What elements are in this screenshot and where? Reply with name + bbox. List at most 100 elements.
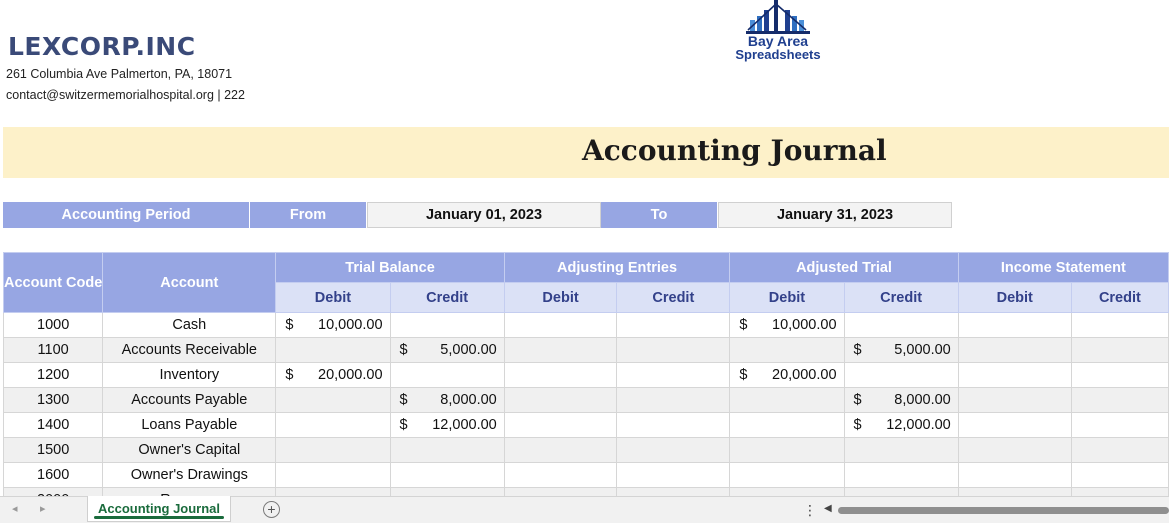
credit-cell[interactable]	[616, 337, 731, 363]
credit-cell[interactable]	[1070, 437, 1169, 463]
account-code-header[interactable]: Account Code	[2, 252, 104, 313]
credit-cell[interactable]	[1070, 312, 1169, 338]
credit-cell[interactable]: $8,000.00	[843, 387, 959, 413]
credit-cell[interactable]	[1070, 337, 1169, 363]
scroll-left-icon[interactable]: ◀	[824, 503, 832, 514]
credit-cell[interactable]	[843, 462, 959, 488]
debit-header[interactable]: Debit	[503, 282, 618, 313]
credit-cell[interactable]	[616, 412, 731, 438]
debit-cell[interactable]	[957, 437, 1072, 463]
debit-header[interactable]: Debit	[957, 282, 1072, 313]
debit-cell[interactable]: $10,000.00	[275, 312, 391, 338]
credit-cell[interactable]	[843, 312, 959, 338]
scroll-tabs-left-icon[interactable]: ◂	[12, 502, 18, 515]
account-name-cell[interactable]: Inventory	[102, 362, 277, 388]
debit-cell[interactable]	[729, 437, 845, 463]
debit-cell[interactable]	[503, 437, 618, 463]
debit-cell[interactable]	[275, 462, 391, 488]
account-name-cell[interactable]: Accounts Payable	[102, 387, 277, 413]
account-name-cell[interactable]: Owner's Capital	[102, 437, 277, 463]
debit-cell[interactable]	[503, 337, 618, 363]
account-code-cell[interactable]: 1100	[2, 337, 104, 363]
account-code-cell[interactable]: 1200	[2, 362, 104, 388]
debit-cell[interactable]	[957, 412, 1072, 438]
account-name-cell[interactable]: Owner's Drawings	[102, 462, 277, 488]
credit-cell[interactable]	[389, 462, 505, 488]
account-code-cell[interactable]: 1400	[2, 412, 104, 438]
credit-cell[interactable]	[1070, 462, 1169, 488]
bridge-logo-icon	[746, 0, 810, 34]
debit-cell[interactable]	[275, 387, 391, 413]
debit-cell[interactable]	[275, 337, 391, 363]
horizontal-scrollbar[interactable]	[838, 507, 1169, 514]
credit-cell[interactable]	[843, 362, 959, 388]
debit-cell[interactable]	[729, 337, 845, 363]
credit-cell[interactable]	[1070, 362, 1169, 388]
currency-symbol: $	[285, 367, 294, 383]
debit-cell[interactable]	[957, 337, 1072, 363]
credit-cell[interactable]	[616, 437, 731, 463]
debit-cell[interactable]	[275, 412, 391, 438]
credit-cell[interactable]	[389, 362, 505, 388]
debit-cell[interactable]	[957, 312, 1072, 338]
credit-cell[interactable]	[1070, 387, 1169, 413]
add-sheet-icon[interactable]: +	[263, 501, 280, 518]
debit-cell[interactable]	[957, 462, 1072, 488]
debit-cell[interactable]	[503, 362, 618, 388]
journal-body: 1000 Cash $10,000.00 $10,000.00 1100 Accounts…	[2, 312, 1169, 513]
income-statement-header[interactable]: Income Statement	[957, 252, 1169, 283]
debit-cell[interactable]	[275, 437, 391, 463]
account-name-cell[interactable]: Loans Payable	[102, 412, 277, 438]
debit-cell[interactable]	[729, 412, 845, 438]
credit-cell[interactable]: $12,000.00	[389, 412, 505, 438]
debit-cell[interactable]: $20,000.00	[729, 362, 845, 388]
credit-header[interactable]: Credit	[1070, 282, 1169, 313]
debit-header[interactable]: Debit	[275, 282, 391, 313]
credit-header[interactable]: Credit	[843, 282, 959, 313]
sheet-tab-accounting-journal[interactable]: Accounting Journal	[87, 496, 231, 522]
account-name-cell[interactable]: Accounts Receivable	[102, 337, 277, 363]
period-from-value[interactable]: January 01, 2023	[367, 202, 601, 228]
account-name-cell[interactable]: Cash	[102, 312, 277, 338]
debit-cell[interactable]	[503, 387, 618, 413]
debit-cell[interactable]: $20,000.00	[275, 362, 391, 388]
debit-cell[interactable]: $10,000.00	[729, 312, 845, 338]
adjusted-trial-header[interactable]: Adjusted Trial	[729, 252, 959, 283]
credit-cell[interactable]	[389, 312, 505, 338]
credit-cell[interactable]: $8,000.00	[389, 387, 505, 413]
more-options-icon[interactable]: ⋮	[803, 502, 817, 519]
period-to-value[interactable]: January 31, 2023	[718, 202, 952, 228]
debit-header[interactable]: Debit	[729, 282, 845, 313]
credit-cell[interactable]	[843, 437, 959, 463]
credit-cell[interactable]: $5,000.00	[389, 337, 505, 363]
adjusting-entries-header[interactable]: Adjusting Entries	[503, 252, 731, 283]
debit-cell[interactable]	[957, 362, 1072, 388]
account-code-cell[interactable]: 1600	[2, 462, 104, 488]
amount-value: 10,000.00	[772, 317, 837, 333]
credit-header[interactable]: Credit	[616, 282, 731, 313]
credit-cell[interactable]	[1070, 412, 1169, 438]
credit-cell[interactable]: $12,000.00	[843, 412, 959, 438]
account-code-cell[interactable]: 1500	[2, 437, 104, 463]
credit-cell[interactable]: $5,000.00	[843, 337, 959, 363]
debit-cell[interactable]	[503, 412, 618, 438]
scroll-tabs-right-icon[interactable]: ▸	[40, 502, 46, 515]
currency-symbol: $	[399, 417, 408, 433]
journal-table: Account Code Account Trial Balance Adjus…	[2, 252, 1169, 513]
account-code-cell[interactable]: 1000	[2, 312, 104, 338]
account-header[interactable]: Account	[102, 252, 277, 313]
trial-balance-header[interactable]: Trial Balance	[275, 252, 505, 283]
credit-cell[interactable]	[616, 387, 731, 413]
account-code-cell[interactable]: 1300	[2, 387, 104, 413]
debit-cell[interactable]	[503, 462, 618, 488]
debit-cell[interactable]	[729, 462, 845, 488]
credit-cell[interactable]	[616, 312, 731, 338]
amount-value: 10,000.00	[318, 317, 383, 333]
credit-cell[interactable]	[389, 437, 505, 463]
debit-cell[interactable]	[957, 387, 1072, 413]
credit-header[interactable]: Credit	[389, 282, 505, 313]
debit-cell[interactable]	[503, 312, 618, 338]
credit-cell[interactable]	[616, 362, 731, 388]
debit-cell[interactable]	[729, 387, 845, 413]
credit-cell[interactable]	[616, 462, 731, 488]
